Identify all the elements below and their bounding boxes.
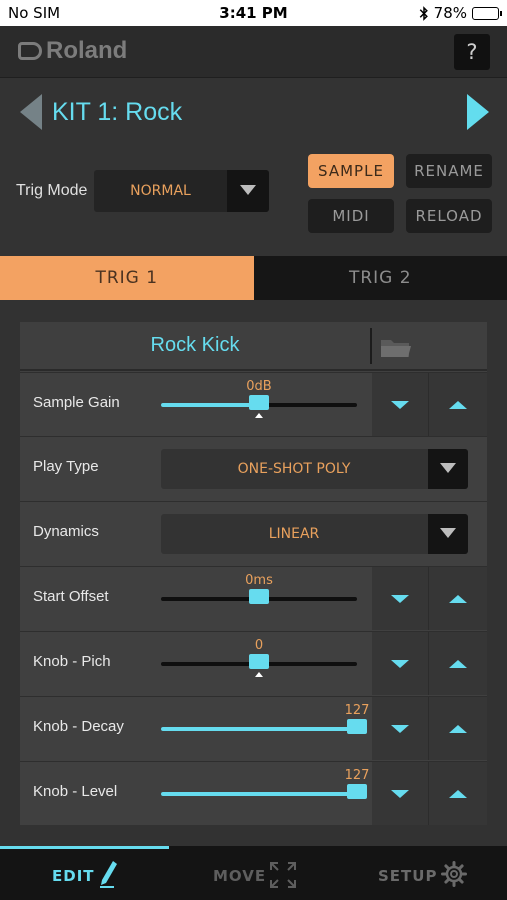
knob-level-stepper bbox=[372, 762, 487, 825]
dynamics-select[interactable]: LINEAR bbox=[161, 514, 468, 554]
nav-edit[interactable]: EDIT bbox=[0, 846, 169, 900]
sample-name[interactable]: Rock Kick bbox=[20, 334, 370, 357]
bottom-nav: EDIT MOVE SETUP bbox=[0, 846, 507, 900]
logo-text: Roland bbox=[46, 37, 128, 64]
play-type-row: Play Type ONE-SHOT POLY bbox=[20, 436, 487, 499]
sample-gain-value: 0dB bbox=[246, 379, 272, 394]
chevron-down-icon[interactable] bbox=[428, 514, 468, 554]
knob-level-label: Knob - Level bbox=[33, 783, 118, 800]
knob-pich-row: Knob - Pich 0 bbox=[20, 631, 487, 695]
brand-bar: Roland ? bbox=[0, 26, 507, 78]
trig-mode-select[interactable]: NORMAL bbox=[94, 170, 269, 212]
start-offset-value: 0ms bbox=[245, 573, 273, 588]
nav-move[interactable]: MOVE bbox=[169, 846, 338, 900]
slider-thumb[interactable] bbox=[249, 589, 269, 604]
start-offset-row: Start Offset 0ms bbox=[20, 566, 487, 630]
increment-button[interactable] bbox=[430, 697, 487, 760]
chevron-down-icon[interactable] bbox=[227, 170, 269, 212]
trig-mode-label: Trig Mode bbox=[16, 182, 88, 199]
start-offset-stepper bbox=[372, 567, 487, 630]
start-offset-slider[interactable]: 0ms bbox=[161, 573, 357, 604]
decrement-button[interactable] bbox=[372, 567, 429, 630]
logo-mark-icon bbox=[18, 42, 42, 60]
sample-header: Rock Kick bbox=[20, 322, 487, 371]
folder-icon[interactable] bbox=[380, 338, 412, 358]
battery-percent: 78% bbox=[433, 4, 467, 22]
play-type-label: Play Type bbox=[33, 458, 99, 475]
help-button[interactable]: ? bbox=[454, 34, 490, 70]
nav-setup-label: SETUP bbox=[378, 867, 438, 885]
roland-logo: Roland bbox=[18, 36, 127, 66]
knob-pich-stepper bbox=[372, 632, 487, 695]
kit-title: KIT 1: Rock bbox=[52, 98, 183, 126]
chevron-down-icon[interactable] bbox=[428, 449, 468, 489]
nav-move-label: MOVE bbox=[213, 867, 267, 885]
slider-fill bbox=[161, 792, 357, 796]
sample-gain-stepper bbox=[372, 373, 487, 436]
reload-button[interactable]: RELOAD bbox=[406, 199, 492, 233]
trig-mode-value: NORMAL bbox=[130, 183, 191, 199]
increment-button[interactable] bbox=[430, 632, 487, 695]
sample-gain-slider[interactable]: 0dB bbox=[161, 379, 357, 418]
decrement-button[interactable] bbox=[372, 697, 429, 760]
start-offset-label: Start Offset bbox=[33, 588, 109, 605]
pencil-icon bbox=[100, 861, 117, 888]
dynamics-label: Dynamics bbox=[33, 523, 99, 540]
dynamics-value: LINEAR bbox=[268, 526, 320, 542]
increment-button[interactable] bbox=[430, 373, 487, 436]
slider-thumb[interactable] bbox=[249, 654, 269, 669]
move-arrows-icon bbox=[270, 862, 296, 888]
sample-gain-row: Sample Gain 0dB bbox=[20, 372, 487, 436]
decrement-button[interactable] bbox=[372, 762, 429, 825]
dynamics-row: Dynamics LINEAR bbox=[20, 501, 487, 564]
previous-kit-button[interactable] bbox=[20, 94, 42, 130]
gear-icon bbox=[441, 861, 467, 887]
increment-button[interactable] bbox=[430, 762, 487, 825]
decrement-button[interactable] bbox=[372, 373, 429, 436]
slider-fill bbox=[161, 727, 357, 731]
bluetooth-icon bbox=[419, 5, 428, 21]
trig-tabs: TRIG 1 TRIG 2 bbox=[0, 256, 507, 300]
kit-header: KIT 1: Rock Trig Mode NORMAL SAMPLE RENA… bbox=[0, 78, 507, 256]
center-mark-icon bbox=[255, 672, 263, 677]
divider bbox=[370, 328, 372, 364]
nav-setup[interactable]: SETUP bbox=[338, 846, 507, 900]
knob-level-slider[interactable]: 127 bbox=[161, 768, 369, 799]
knob-pich-slider[interactable]: 0 bbox=[161, 638, 357, 677]
slider-thumb[interactable] bbox=[347, 719, 367, 734]
nav-edit-label: EDIT bbox=[52, 867, 95, 885]
knob-decay-label: Knob - Decay bbox=[33, 718, 124, 735]
battery-icon bbox=[472, 6, 502, 20]
rename-button[interactable]: RENAME bbox=[406, 154, 492, 188]
midi-button[interactable]: MIDI bbox=[308, 199, 394, 233]
play-type-select[interactable]: ONE-SHOT POLY bbox=[161, 449, 468, 489]
slider-thumb[interactable] bbox=[249, 395, 269, 410]
decrement-button[interactable] bbox=[372, 632, 429, 695]
next-kit-button[interactable] bbox=[467, 94, 489, 130]
sample-button[interactable]: SAMPLE bbox=[308, 154, 394, 188]
parameter-panel: Rock Kick Sample Gain 0dB Play Type ONE-… bbox=[20, 322, 487, 825]
knob-decay-stepper bbox=[372, 697, 487, 760]
play-type-value: ONE-SHOT POLY bbox=[237, 461, 351, 477]
knob-decay-slider[interactable]: 127 bbox=[161, 703, 369, 734]
slider-thumb[interactable] bbox=[347, 784, 367, 799]
slider-fill bbox=[161, 403, 259, 407]
knob-level-row: Knob - Level 127 bbox=[20, 761, 487, 825]
knob-decay-row: Knob - Decay 127 bbox=[20, 696, 487, 760]
increment-button[interactable] bbox=[430, 567, 487, 630]
sample-gain-label: Sample Gain bbox=[33, 394, 120, 411]
status-right: 78% bbox=[419, 4, 502, 22]
knob-pich-label: Knob - Pich bbox=[33, 653, 111, 670]
tab-trig-2[interactable]: TRIG 2 bbox=[254, 256, 507, 300]
status-bar: No SIM 3:41 PM 78% bbox=[0, 0, 507, 26]
center-mark-icon bbox=[255, 413, 263, 418]
tab-trig-1[interactable]: TRIG 1 bbox=[0, 256, 254, 300]
knob-pich-value: 0 bbox=[254, 638, 264, 653]
